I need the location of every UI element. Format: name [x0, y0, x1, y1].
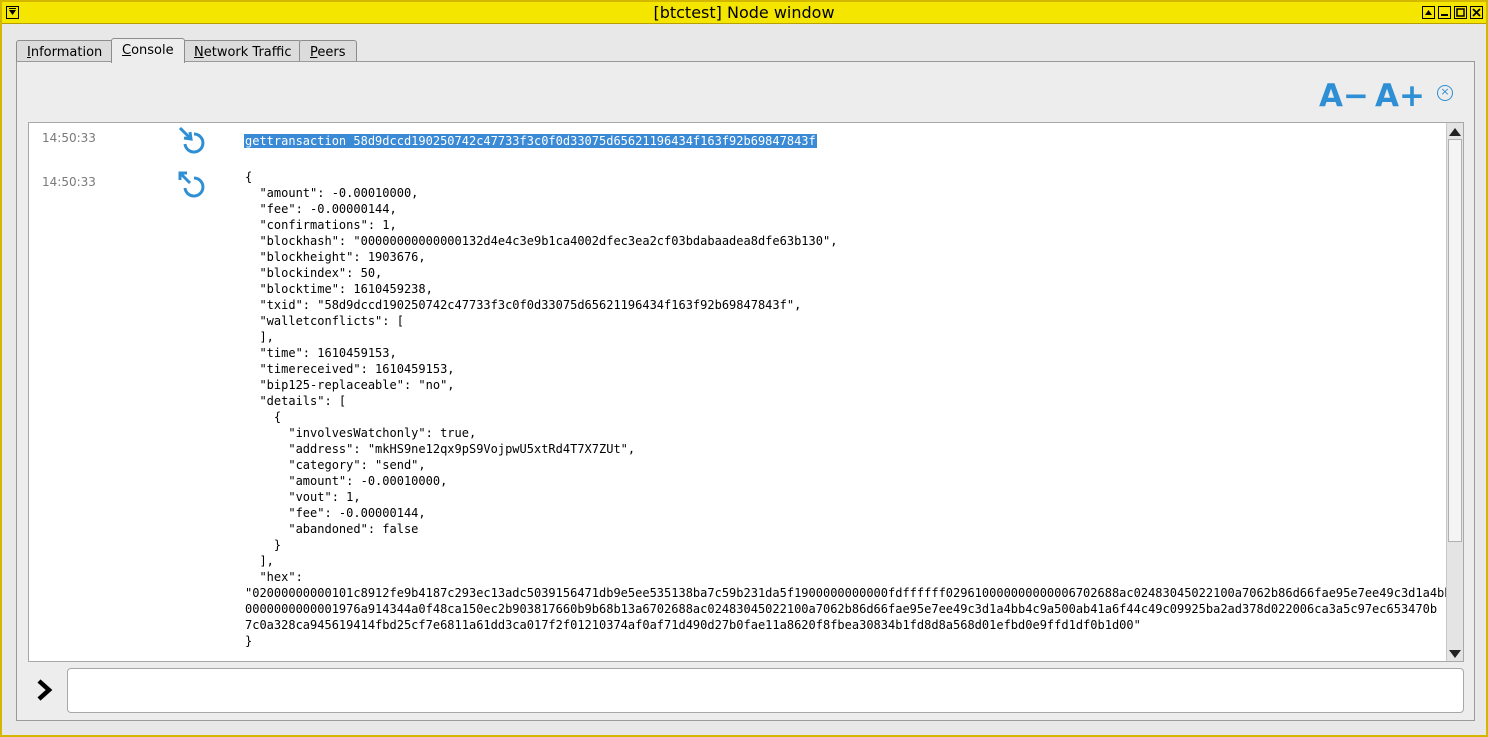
tab-information[interactable]: Information [16, 40, 114, 62]
shade-button[interactable] [1422, 6, 1435, 19]
clear-console-button[interactable]: × [1437, 85, 1453, 101]
prompt-chevron-icon [37, 679, 53, 701]
reply-text[interactable]: { "amount": -0.00010000, "fee": -0.00000… [245, 169, 1459, 649]
tab-label-mnemonic: N [194, 45, 204, 60]
console-scrollbar[interactable] [1446, 123, 1463, 661]
tab-label-rest: onsole [131, 43, 174, 58]
tab-label-rest: etwork Traffic [203, 45, 292, 60]
tab-peers[interactable]: Peers [299, 40, 357, 62]
scrollbar-thumb[interactable] [1448, 139, 1462, 542]
title-bar[interactable]: [btctest] Node window [2, 2, 1486, 24]
node-window: [btctest] Node window Information Consol… [0, 0, 1488, 737]
command-sent-icon [178, 126, 205, 154]
clear-icon: × [1440, 85, 1450, 98]
maximize-button[interactable] [1454, 6, 1467, 19]
arrow-up-icon [1425, 10, 1432, 15]
tab-label-mnemonic: C [122, 43, 132, 58]
tab-label-rest: nformation [30, 45, 103, 60]
scroll-down-icon[interactable] [1449, 650, 1461, 658]
minimize-icon [1441, 14, 1448, 16]
minimize-button[interactable] [1438, 6, 1451, 19]
scroll-up-icon[interactable] [1449, 128, 1461, 136]
command-text[interactable]: gettransaction 58d9dccd190250742c47733f3… [244, 134, 817, 148]
console-input[interactable] [67, 668, 1464, 713]
tab-label-rest: eers [317, 45, 346, 60]
message-timestamp: 14:50:33 [42, 175, 96, 189]
console-panel: A− A+ × 14:50:33 gettransaction 58d9dccd… [16, 61, 1475, 721]
tab-console[interactable]: Console [111, 38, 185, 63]
close-button[interactable] [1470, 6, 1483, 19]
message-timestamp: 14:50:33 [42, 131, 96, 145]
tab-network-traffic[interactable]: Network Traffic [183, 40, 303, 62]
maximize-icon [1456, 8, 1465, 17]
font-larger-button[interactable]: A+ [1375, 78, 1425, 114]
window-title: [btctest] Node window [653, 3, 835, 22]
reply-received-icon [178, 171, 205, 198]
console-output[interactable]: 14:50:33 gettransaction 58d9dccd19025074… [28, 122, 1464, 662]
font-smaller-button[interactable]: A− [1319, 78, 1369, 114]
close-icon [1472, 8, 1481, 17]
